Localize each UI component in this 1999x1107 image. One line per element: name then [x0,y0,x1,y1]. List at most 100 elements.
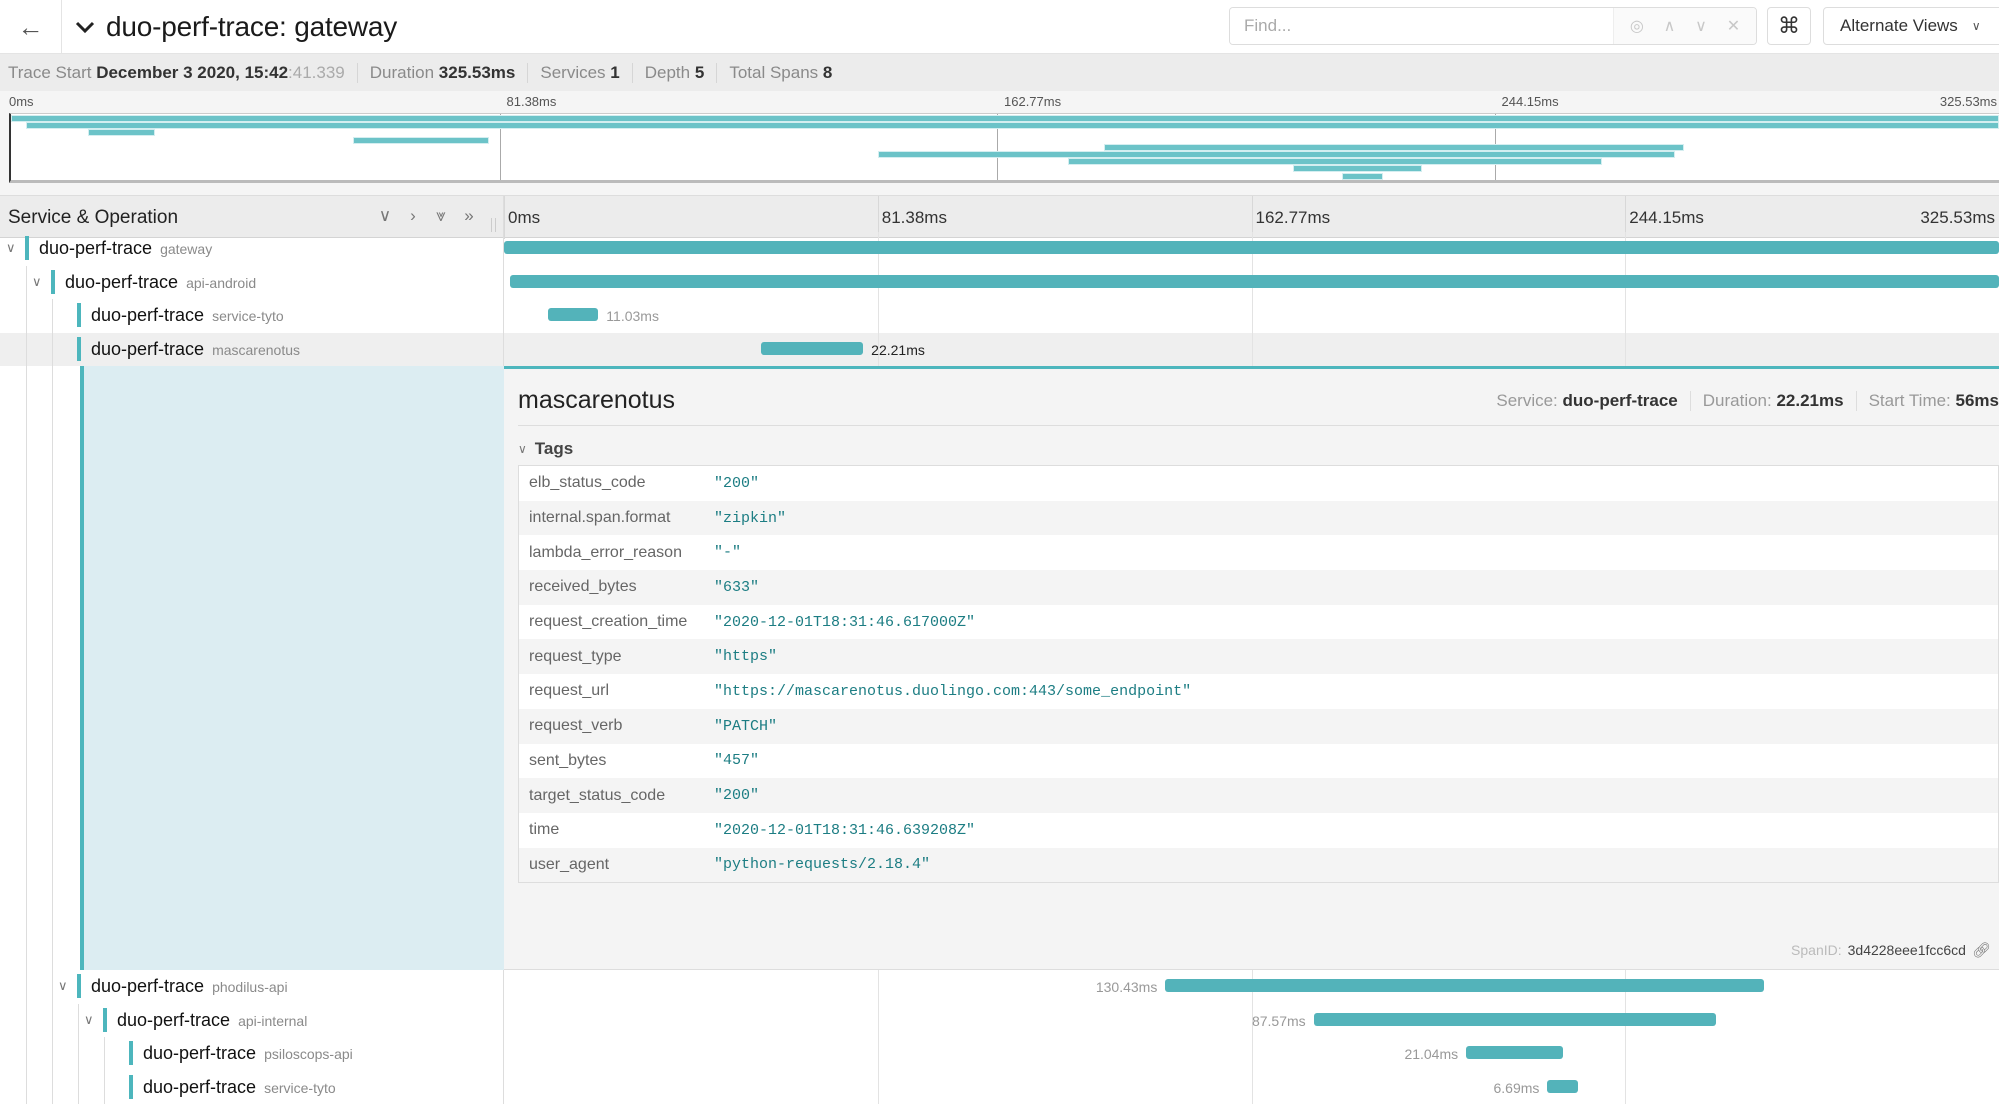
keyboard-shortcuts-button[interactable]: ⌘ [1767,7,1811,45]
trace-services: Services 1 [540,62,633,83]
service-color-indicator [129,1041,133,1065]
column-resizer[interactable] [491,218,496,232]
expand-one-icon[interactable]: › [406,206,420,226]
service-color-indicator [77,974,81,998]
span-row: duo-perf-trace service-tyto 11.03ms [0,299,1999,333]
span-name-cell[interactable]: duo-perf-trace service-tyto [0,299,504,333]
tag-row: request_creation_time "2020-12-01T18:31:4… [519,605,1998,640]
tag-row: request_verb "PATCH" [519,708,1998,744]
tag-row: target_status_code "200" [519,778,1998,813]
span-timeline-cell[interactable] [504,232,1999,266]
span-timeline-cell[interactable] [504,265,1999,299]
span-bar[interactable] [1313,1012,1716,1026]
span-bar[interactable] [509,274,1999,288]
tree-guide-line [52,332,53,366]
tag-row: received_bytes "633" [519,570,1998,605]
collapse-one-icon[interactable]: ∨ [378,206,392,226]
span-timeline-cell[interactable]: 6.69ms [504,1070,1999,1104]
tag-key: sent_bytes [529,751,607,769]
span-timeline-cell[interactable]: 22.21ms [504,332,1999,366]
tag-value: "https://mascarenotus.duolingo.com:443/s… [714,682,1192,700]
trace-duration: Duration 325.53ms [370,62,529,83]
trace-title: duo-perf-trace: gateway [106,11,398,42]
service-name: duo-perf-trace [143,1076,257,1097]
service-name: duo-perf-trace [143,1043,257,1063]
tree-guide-line [104,1070,105,1104]
prev-match-icon[interactable]: ∧ [1664,16,1676,36]
locate-icon[interactable]: ◎ [1630,16,1644,36]
tag-value: "https" [714,648,778,666]
expand-toggle-icon[interactable]: ∨ [84,1012,94,1028]
minimap-span-bar [26,122,1999,130]
tree-guide-line [52,970,53,1004]
span-name-cell[interactable]: ∨ duo-perf-trace gateway [0,232,504,266]
service-color-indicator [129,1074,133,1099]
operation-name: mascarenotus [212,341,300,358]
timeline-tick-label: 325.53ms [1920,208,1995,227]
span-name-cell[interactable]: duo-perf-trace mascarenotus [0,332,504,366]
span-name-cell[interactable]: duo-perf-trace service-tyto [0,1070,504,1104]
service-color-indicator [77,303,81,327]
service-color-indicator [77,336,81,361]
timeline-tick-label: 244.15ms [1629,208,1704,227]
tag-row: lambda_error_reason "-" [519,535,1998,570]
span-duration-label: 11.03ms [606,308,659,324]
timeline-gridline [877,1070,879,1104]
expand-all-icon[interactable]: » [462,206,476,226]
span-name-cell[interactable]: duo-perf-trace psiloscops-api [0,1037,504,1071]
collapse-all-icon[interactable]: ⩔ [434,206,448,226]
operation-name: phodilus-api [212,979,288,995]
expand-toggle-icon[interactable]: ∨ [6,240,16,256]
span-detail: mascarenotus Service: duo-perf-trace Dur… [0,366,1999,970]
next-match-icon[interactable]: ∨ [1695,16,1707,36]
clear-find-icon[interactable]: ✕ [1727,16,1740,36]
span-bar[interactable] [761,341,864,355]
timeline-gridline [1625,299,1627,333]
span-bar[interactable] [504,241,1999,254]
tag-value: "457" [714,752,760,770]
tag-value: "-" [714,544,742,562]
span-timeline-cell[interactable]: 87.57ms [504,1003,1999,1037]
service-color-indicator [25,236,29,260]
span-bar[interactable] [1165,979,1765,992]
timeline-gridline [877,299,879,333]
expand-toggle-icon[interactable]: ∨ [32,274,42,290]
find-input[interactable] [1230,8,1613,44]
span-service-name: duo-perf-trace api-internal [117,1010,307,1031]
chevron-down-icon: ∨ [1971,19,1981,33]
expand-toggle-icon[interactable]: ∨ [58,978,68,994]
timeline-tick-label: 162.77ms [1255,208,1331,227]
minimap-span-bar [11,115,1999,122]
minimap-tick-label: 0ms [9,94,34,109]
span-name-cell[interactable]: ∨ duo-perf-trace phodilus-api [0,970,504,1004]
span-timeline-cell[interactable]: 11.03ms [504,299,1999,333]
span-timeline-cell[interactable]: 130.43ms [504,970,1999,1004]
tag-key: request_creation_time [529,613,688,631]
service-name: duo-perf-trace [91,976,205,996]
trace-summary: Trace Start December 3 2020, 15:42:41.33… [0,54,1999,91]
tree-guide-line [52,1003,53,1037]
span-service-name: duo-perf-trace service-tyto [143,1077,336,1098]
span-timeline-cell[interactable]: 21.04ms [504,1037,1999,1071]
span-bar[interactable] [1547,1079,1579,1093]
minimap-canvas[interactable] [9,113,1999,183]
alternate-views-dropdown[interactable]: Alternate Views ∨ [1823,7,1999,45]
timeline-gridline [1625,1037,1627,1071]
minimap-tick-label: 325.53ms [1939,94,1997,109]
trace-minimap[interactable]: 0ms 81.38ms 162.77ms 244.15ms 325.53ms [0,91,1999,195]
span-name-cell[interactable]: ∨ duo-perf-trace api-internal [0,1003,504,1037]
back-button[interactable]: ← [0,0,62,54]
service-name: duo-perf-trace [65,271,179,292]
tags-table: elb_status_code "200" internal.span.format… [518,465,1999,884]
minimap-tick-label: 162.77ms [1004,94,1062,109]
span-bar[interactable] [1466,1046,1563,1059]
link-icon[interactable]: 🔗︎ [1972,941,1991,959]
tags-toggle[interactable]: ∨ Tags [518,439,573,459]
alternate-views-label: Alternate Views [1840,16,1958,35]
trace-title-toggle[interactable]: duo-perf-trace: gateway [74,0,397,54]
span-name-cell[interactable]: ∨ duo-perf-trace api-android [0,265,504,299]
tag-row: user_agent "python-requests/2.18.4" [519,847,1998,883]
minimap-span-bar [1293,165,1422,173]
tag-key: target_status_code [529,786,666,804]
span-bar[interactable] [547,308,599,321]
